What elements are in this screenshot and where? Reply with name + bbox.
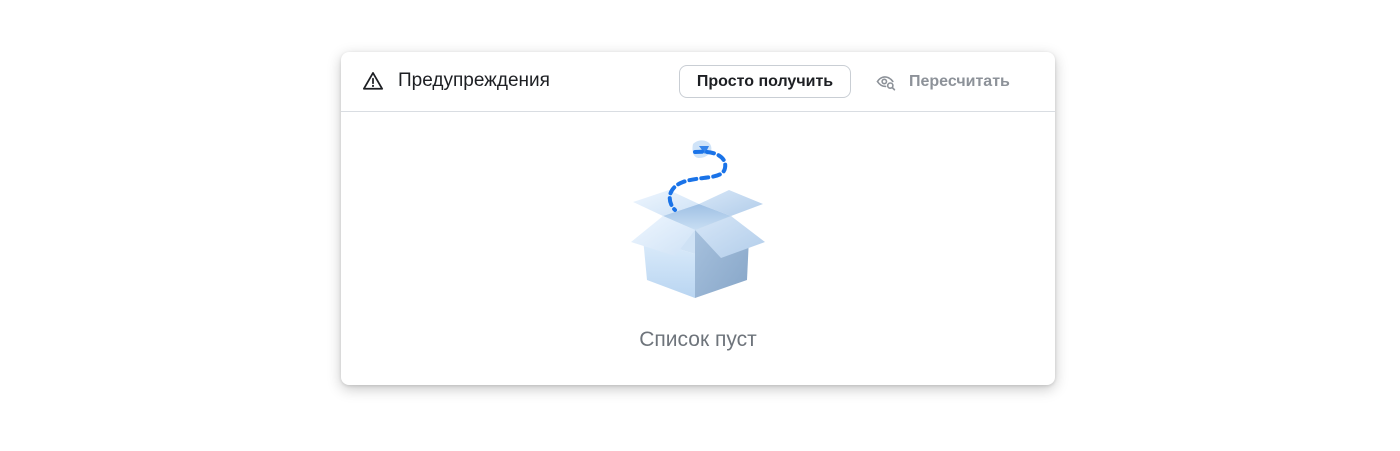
just-get-button-label: Просто получить	[696, 72, 834, 90]
panel-header: Предупреждения Просто получить Пересчита…	[341, 52, 1055, 112]
empty-list-message: Список пуст	[639, 328, 757, 351]
recalculate-button[interactable]: Пересчитать	[872, 65, 1014, 98]
panel-title: Предупреждения	[398, 70, 550, 91]
recalculate-button-label: Пересчитать	[909, 72, 1010, 90]
open-box-icon	[631, 140, 765, 298]
warnings-panel: Предупреждения Просто получить Пересчита…	[341, 52, 1055, 385]
just-get-button[interactable]: Просто получить	[679, 65, 851, 98]
warning-triangle-icon	[362, 72, 384, 90]
eye-search-icon	[876, 75, 896, 91]
